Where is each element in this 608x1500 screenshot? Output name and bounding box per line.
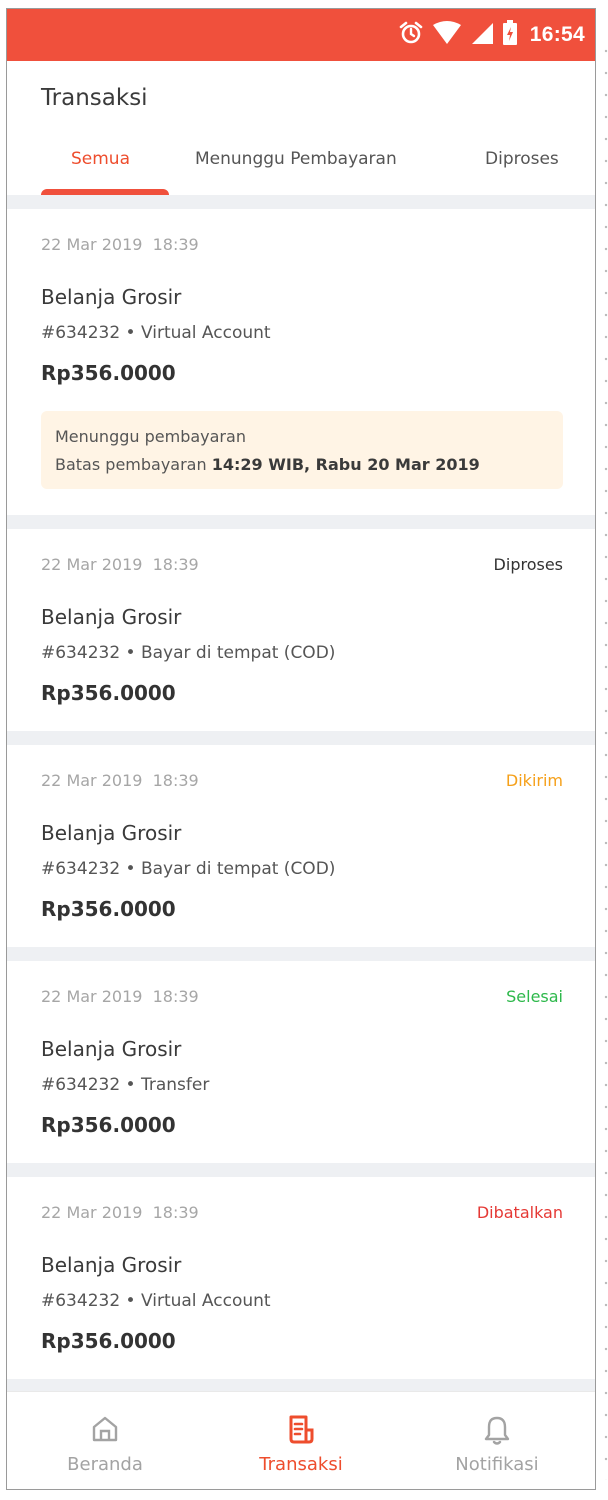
transaction-meta: #634232 • Transfer [41, 1075, 210, 1095]
page-title: Transaksi [41, 85, 148, 111]
transaction-meta: #634232 • Bayar di tempat (COD) [41, 859, 336, 879]
status-badge: Diproses [493, 555, 563, 574]
transaction-title: Belanja Grosir [41, 1253, 182, 1277]
tab-diproses[interactable]: Diproses [485, 149, 559, 169]
notice-deadline: Batas pembayaran 14:29 WIB, Rabu 20 Mar … [55, 455, 480, 474]
transaction-card[interactable]: 22 Mar 2019 18:39 Dibatalkan Belanja Gro… [7, 1177, 595, 1379]
nav-item-notifikasi[interactable]: Notifikasi [399, 1392, 595, 1489]
status-badge: Dikirim [505, 771, 563, 790]
nav-label-notifikasi: Notifikasi [455, 1454, 539, 1475]
nav-item-transaksi[interactable]: Transaksi [203, 1392, 399, 1489]
transaction-card[interactable]: 22 Mar 2019 18:39 Belanja Grosir #634232… [7, 209, 595, 515]
separator [7, 1163, 595, 1177]
alarm-icon [398, 20, 424, 50]
payment-notice: Menunggu pembayaran Batas pembayaran 14:… [41, 411, 563, 489]
transaction-price: Rp356.0000 [41, 1329, 176, 1353]
tab-semua[interactable]: Semua [71, 149, 130, 169]
transaction-datetime: 22 Mar 2019 18:39 [41, 771, 199, 790]
battery-icon [502, 20, 518, 50]
transaction-datetime: 22 Mar 2019 18:39 [41, 235, 199, 254]
transaction-datetime: 22 Mar 2019 18:39 [41, 1203, 199, 1222]
phone-screen: 16:54 Transaksi Semua Menunggu Pembayara… [6, 8, 596, 1490]
transaction-price: Rp356.0000 [41, 897, 176, 921]
transaction-datetime: 22 Mar 2019 18:39 [41, 555, 199, 574]
transaction-price: Rp356.0000 [41, 681, 176, 705]
status-badge: Selesai [506, 987, 563, 1006]
transaction-title: Belanja Grosir [41, 285, 182, 309]
signal-icon [470, 21, 494, 49]
transaction-title: Belanja Grosir [41, 605, 182, 629]
side-dotted-guide [604, 40, 608, 1480]
status-icons: 16:54 [398, 9, 585, 61]
bell-icon [482, 1414, 512, 1450]
transaction-meta: #634232 • Bayar di tempat (COD) [41, 643, 336, 663]
bottom-navigation: Beranda Transaksi Notifikasi [7, 1391, 595, 1489]
transaction-card[interactable]: 22 Mar 2019 18:39 Dikirim Belanja Grosir… [7, 745, 595, 947]
nav-label-transaksi: Transaksi [259, 1454, 343, 1475]
separator [7, 731, 595, 745]
transaction-card[interactable]: 22 Mar 2019 18:39 Selesai Belanja Grosir… [7, 961, 595, 1163]
status-badge: Dibatalkan [476, 1203, 563, 1222]
nav-label-beranda: Beranda [67, 1454, 143, 1475]
transaction-datetime: 22 Mar 2019 18:39 [41, 987, 199, 1006]
transaction-title: Belanja Grosir [41, 821, 182, 845]
transaction-price: Rp356.0000 [41, 361, 176, 385]
receipt-icon [286, 1414, 316, 1450]
separator [7, 947, 595, 961]
transaction-meta: #634232 • Virtual Account [41, 1291, 271, 1311]
wifi-icon [432, 21, 462, 49]
transaction-meta: #634232 • Virtual Account [41, 323, 271, 343]
transaction-price: Rp356.0000 [41, 1113, 176, 1137]
status-bar: 16:54 [7, 9, 595, 61]
transaction-tabs: Semua Menunggu Pembayaran Diproses [7, 139, 595, 195]
status-time: 16:54 [529, 23, 585, 46]
deadline-value: 14:29 WIB, Rabu 20 Mar 2019 [211, 455, 480, 474]
tab-menunggu-pembayaran[interactable]: Menunggu Pembayaran [195, 149, 397, 169]
transaction-title: Belanja Grosir [41, 1037, 182, 1061]
transaction-card[interactable]: 22 Mar 2019 18:39 Diproses Belanja Grosi… [7, 529, 595, 731]
home-icon [90, 1414, 120, 1448]
separator [7, 195, 595, 209]
separator [7, 515, 595, 529]
notice-title: Menunggu pembayaran [55, 427, 246, 446]
nav-item-beranda[interactable]: Beranda [7, 1392, 203, 1489]
